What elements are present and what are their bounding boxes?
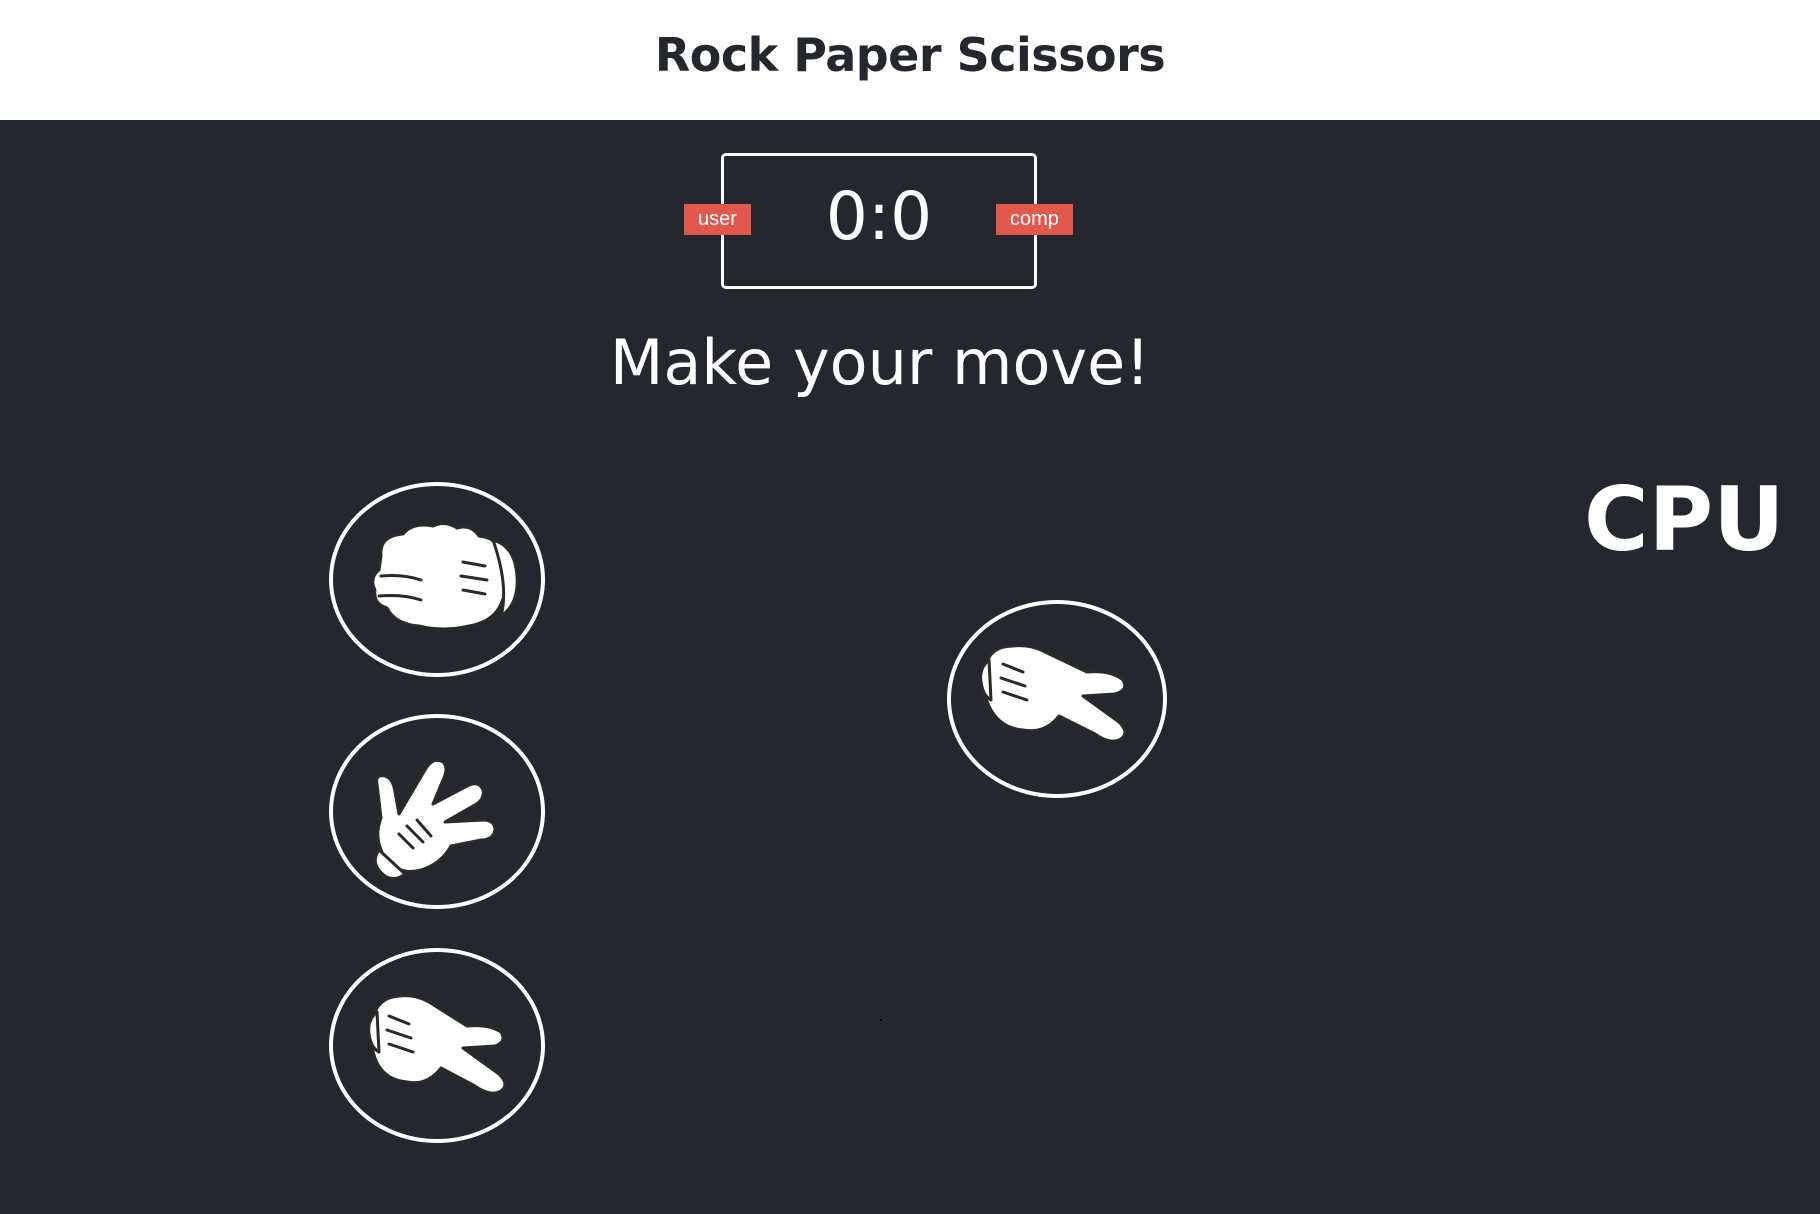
score-value: 0:0	[825, 178, 933, 255]
cpu-label: CPU	[1584, 468, 1785, 571]
scissors-button[interactable]	[329, 948, 545, 1143]
page-header: Rock Paper Scissors	[0, 0, 1820, 120]
rock-hand-icon	[371, 521, 519, 631]
comp-score-badge: comp	[996, 204, 1073, 235]
page-title: Rock Paper Scissors	[654, 28, 1166, 82]
scissors-hand-icon	[367, 994, 507, 1095]
cpu-choice-display	[947, 600, 1167, 798]
game-message: Make your move!	[609, 326, 1151, 399]
scissors-hand-icon	[979, 644, 1127, 743]
paper-button[interactable]	[329, 714, 545, 909]
rock-button[interactable]	[329, 482, 545, 677]
stray-dot	[880, 1019, 882, 1021]
scoreboard: 0:0	[721, 153, 1037, 289]
user-score-badge: user	[684, 204, 751, 235]
paper-hand-icon	[373, 758, 497, 881]
